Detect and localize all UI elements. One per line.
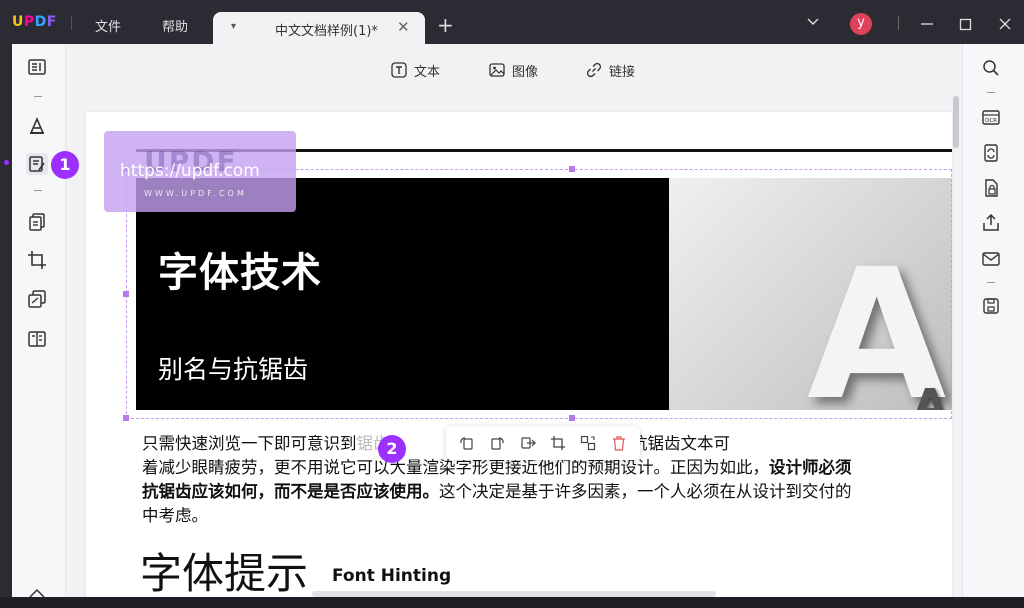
page-tools-icon[interactable] (26, 288, 48, 310)
resize-handle[interactable] (123, 415, 129, 421)
menu-file[interactable]: 文件 (95, 16, 121, 35)
add-link-label: 链接 (609, 64, 636, 80)
watermark-small-text: WWW.UPDF.COM (144, 189, 247, 198)
title-bar: UPDF 文件 帮助 ▾ 中文文档样例(1)* ✕ + y (0, 0, 1024, 44)
save-icon[interactable] (980, 295, 1002, 317)
organize-pages-icon[interactable] (26, 211, 48, 233)
rail-divider (987, 92, 995, 93)
title-divider (71, 16, 72, 30)
document-tab[interactable]: ▾ 中文文档样例(1)* ✕ (213, 12, 425, 44)
extract-image-icon[interactable] (520, 435, 536, 451)
app-logo: UPDF (12, 14, 57, 30)
replace-image-icon[interactable] (580, 435, 596, 451)
text-icon (391, 62, 407, 78)
search-icon[interactable] (980, 57, 1002, 79)
comment-tool-icon[interactable] (26, 115, 48, 137)
delete-image-icon[interactable] (611, 435, 627, 451)
resize-handle[interactable] (569, 166, 575, 172)
email-icon[interactable] (980, 248, 1002, 270)
user-avatar[interactable]: y (850, 13, 872, 35)
resize-handle[interactable] (123, 291, 129, 297)
crop-image-icon[interactable] (550, 435, 566, 451)
rail-divider (34, 96, 42, 97)
add-text-button[interactable]: 文本 (391, 60, 440, 80)
watermark-url: https://updf.com (120, 161, 260, 181)
step-badge-2: 2 (378, 435, 406, 463)
convert-icon[interactable] (980, 142, 1002, 164)
image-icon (489, 63, 505, 77)
edit-pdf-icon[interactable] (26, 153, 48, 175)
tab-title: 中文文档样例(1)* (275, 24, 378, 39)
tab-close-icon[interactable]: ✕ (397, 18, 410, 36)
form-fields-icon[interactable] (26, 328, 48, 350)
section-heading-en[interactable]: Font Hinting (332, 566, 451, 586)
app-window: UPDF 文件 帮助 ▾ 中文文档样例(1)* ✕ + y OCR 文本 图像 … (0, 0, 1024, 598)
paragraph-line: 抗锯齿应该如何，而不是是否应该使用。这个决定是基于许多因素，一个人必须在从设计到… (142, 482, 852, 501)
watermark-overlay: UPDF https://updf.com WWW.UPDF.COM (104, 131, 296, 212)
paragraph-line: 中考虑。 (142, 506, 208, 525)
ocr-icon[interactable]: OCR (980, 106, 1002, 128)
rotate-right-icon[interactable] (489, 435, 505, 451)
add-image-label: 图像 (512, 64, 539, 80)
svg-text:OCR: OCR (985, 118, 997, 124)
rail-divider (34, 190, 42, 191)
add-image-button[interactable]: 图像 (489, 60, 538, 80)
chevron-down-icon[interactable] (806, 13, 820, 32)
close-window-button[interactable] (998, 16, 1012, 35)
rotate-left-icon[interactable] (459, 435, 475, 451)
left-frame (0, 44, 12, 597)
active-indicator (4, 160, 9, 165)
minimize-button[interactable] (920, 16, 934, 35)
share-icon[interactable] (980, 212, 1002, 234)
maximize-button[interactable] (959, 16, 972, 35)
resize-handle[interactable] (569, 415, 575, 421)
horizontal-scrollbar[interactable] (312, 591, 716, 597)
add-text-label: 文本 (414, 64, 441, 80)
protect-icon[interactable] (980, 177, 1002, 199)
new-tab-button[interactable]: + (437, 15, 454, 35)
home-icon[interactable] (26, 586, 48, 608)
tab-caret-icon[interactable]: ▾ (231, 21, 236, 32)
image-context-toolbar (446, 426, 640, 460)
reader-mode-icon[interactable] (26, 56, 48, 78)
rail-divider (987, 282, 995, 283)
step-badge-1: 1 (51, 151, 79, 179)
menu-help[interactable]: 帮助 (162, 16, 188, 35)
add-link-button[interactable]: 链接 (586, 60, 635, 80)
link-icon (586, 62, 602, 78)
vertical-scrollbar[interactable] (953, 96, 959, 148)
crop-pages-icon[interactable] (26, 249, 48, 271)
window-divider (898, 16, 899, 30)
section-heading[interactable]: 字体提示 (140, 540, 308, 597)
